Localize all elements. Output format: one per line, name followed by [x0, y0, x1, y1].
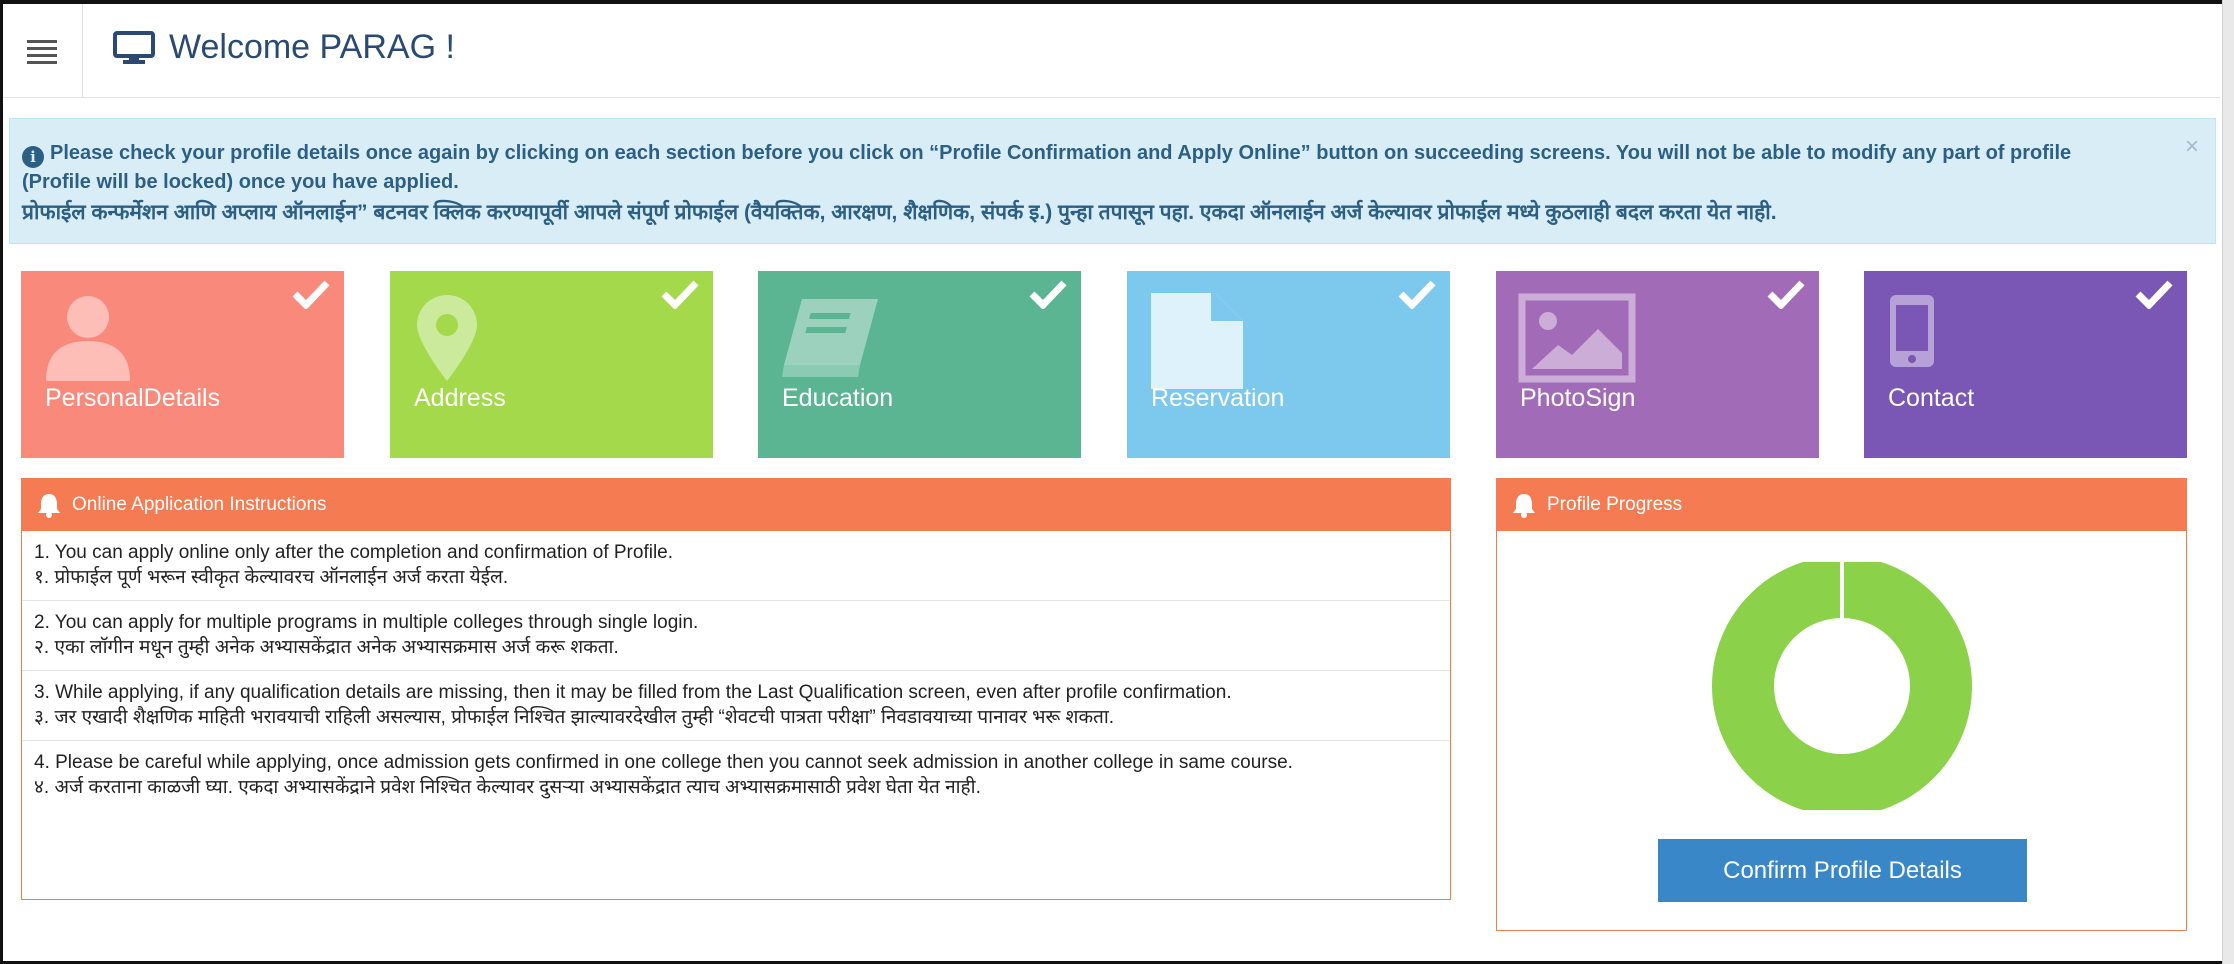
- tile-photo-sign[interactable]: PhotoSign: [1496, 271, 1819, 458]
- profile-progress-panel: Profile Progress Confirm Profile Details: [1496, 478, 2187, 931]
- check-icon: [292, 280, 330, 309]
- progress-title: Profile Progress: [1547, 494, 1683, 515]
- instruction-english: 3. While applying, if any qualification …: [34, 682, 1232, 703]
- instruction-marathi: १. प्रोफाईल पूर्ण भरून स्वीकृत केल्यावरच…: [34, 567, 509, 588]
- check-icon: [1767, 280, 1805, 309]
- bell-icon: [38, 494, 60, 518]
- instruction-english: 1. You can apply online only after the c…: [34, 542, 674, 563]
- list-item: 4. Please be careful while applying, onc…: [22, 741, 1450, 810]
- instruction-marathi: ४. अर्ज करताना काळजी घ्या. एकदा अभ्यासके…: [34, 777, 981, 798]
- menu-toggle-button[interactable]: [3, 4, 83, 98]
- close-icon[interactable]: ×: [2185, 133, 2199, 161]
- check-icon: [661, 280, 699, 309]
- alert-english-text: Please check your profile details once a…: [22, 142, 2072, 193]
- image-icon: [1518, 293, 1636, 383]
- progress-panel-header: Profile Progress: [1497, 479, 2186, 531]
- info-icon: i: [22, 146, 44, 168]
- tile-address[interactable]: Address: [390, 271, 713, 458]
- book-icon: [782, 299, 878, 377]
- scrollbar-track[interactable]: [2222, 0, 2234, 964]
- tile-label: Contact: [1888, 384, 1975, 412]
- profile-check-alert: i Please check your profile details once …: [9, 118, 2216, 244]
- tile-reservation[interactable]: Reservation: [1127, 271, 1450, 458]
- instructions-title: Online Application Instructions: [72, 494, 327, 515]
- instructions-panel-header: Online Application Instructions: [22, 479, 1450, 531]
- map-pin-icon: [417, 295, 477, 381]
- alert-marathi-text: प्रोफाईल कन्फर्मेशन आणि अप्लाय ऑनलाईन” ब…: [22, 201, 1777, 224]
- person-icon: [46, 296, 130, 381]
- list-item: 3. While applying, if any qualification …: [22, 671, 1450, 741]
- tile-label: Reservation: [1151, 384, 1285, 412]
- check-icon: [2135, 280, 2173, 309]
- tile-label: PhotoSign: [1520, 384, 1636, 412]
- tile-education[interactable]: Education: [758, 271, 1081, 458]
- tile-label: PersonalDetails: [45, 384, 221, 412]
- tile-label: Address: [414, 384, 506, 412]
- bell-icon: [1513, 494, 1535, 518]
- mobile-phone-icon: [1890, 295, 1934, 367]
- document-icon: [1151, 293, 1243, 389]
- instruction-english: 4. Please be careful while applying, onc…: [34, 752, 1293, 773]
- instructions-panel: Online Application Instructions 1. You c…: [21, 478, 1451, 900]
- tile-contact[interactable]: Contact: [1864, 271, 2187, 458]
- top-header: Welcome PARAG !: [3, 4, 2220, 98]
- list-item: 1. You can apply online only after the c…: [22, 531, 1450, 601]
- welcome-text: Welcome PARAG !: [169, 28, 455, 66]
- tile-personal-details[interactable]: PersonalDetails: [21, 271, 344, 458]
- instruction-marathi: ३. जर एखादी शैक्षणिक माहिती भरावयाची राह…: [34, 707, 1115, 728]
- welcome-heading: Welcome PARAG !: [113, 28, 455, 67]
- confirm-profile-details-button[interactable]: Confirm Profile Details: [1658, 839, 2027, 902]
- list-item: 2. You can apply for multiple programs i…: [22, 601, 1450, 671]
- hamburger-icon: [26, 40, 57, 64]
- progress-donut-chart: [1712, 562, 1972, 810]
- check-icon: [1398, 280, 1436, 309]
- tile-label: Education: [782, 384, 894, 412]
- instruction-marathi: २. एका लॉगीन मधून तुम्ही अनेक अभ्यासकेंद…: [34, 637, 619, 658]
- instruction-english: 2. You can apply for multiple programs i…: [34, 612, 699, 633]
- check-icon: [1029, 280, 1067, 309]
- monitor-icon: [113, 30, 155, 64]
